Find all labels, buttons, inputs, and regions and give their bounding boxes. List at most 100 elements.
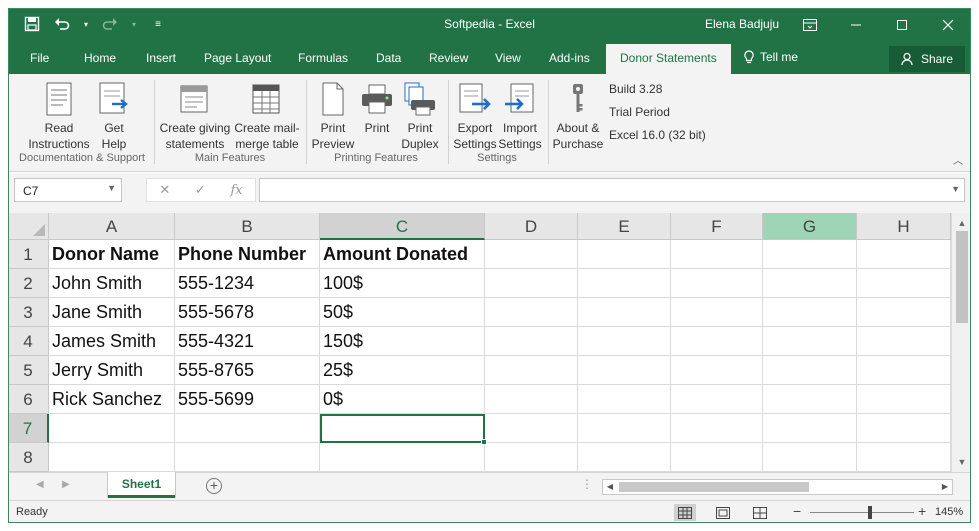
cell-e8[interactable] xyxy=(578,443,671,472)
scroll-down-icon[interactable]: ▼ xyxy=(952,454,972,470)
vertical-scrollbar[interactable]: ▲ ▼ xyxy=(951,213,971,472)
fill-handle[interactable] xyxy=(481,439,487,445)
cell-b3[interactable]: 555-5678 xyxy=(175,298,320,327)
share-button[interactable]: Share xyxy=(889,46,965,72)
scroll-right-icon[interactable]: ▶ xyxy=(938,480,952,494)
cell-h7[interactable] xyxy=(857,414,951,443)
next-sheet-icon[interactable]: ▶ xyxy=(62,479,70,490)
row-header-4[interactable]: 4 xyxy=(8,327,49,356)
select-all-button[interactable] xyxy=(8,213,49,240)
user-name[interactable]: Elena Badjuju xyxy=(705,17,779,31)
cell-g5[interactable] xyxy=(763,356,857,385)
cell-d7[interactable] xyxy=(485,414,578,443)
cell-g2[interactable] xyxy=(763,269,857,298)
active-cell-c7[interactable] xyxy=(320,414,485,443)
export-settings-button[interactable]: Export Settings xyxy=(452,80,498,152)
column-header-f[interactable]: F xyxy=(671,213,763,240)
about-purchase-button[interactable]: About & Purchase xyxy=(552,80,604,152)
cell-c8[interactable] xyxy=(320,443,485,472)
create-giving-statements-button[interactable]: Create giving statements xyxy=(158,80,232,152)
cell-f2[interactable] xyxy=(671,269,763,298)
close-icon[interactable] xyxy=(925,8,971,42)
sheet-tab-sheet1[interactable]: Sheet1 xyxy=(108,472,175,498)
create-mail-merge-table-button[interactable]: Create mail- merge table xyxy=(232,80,302,152)
cell-e5[interactable] xyxy=(578,356,671,385)
cell-c6[interactable]: 0$ xyxy=(320,385,485,414)
print-preview-button[interactable]: Print Preview xyxy=(310,80,356,152)
cell-h1[interactable] xyxy=(857,240,951,269)
cell-d2[interactable] xyxy=(485,269,578,298)
cell-a6[interactable]: Rick Sanchez xyxy=(49,385,175,414)
normal-view-icon[interactable] xyxy=(674,504,696,521)
tab-data[interactable]: Data xyxy=(376,51,401,65)
column-header-e[interactable]: E xyxy=(578,213,671,240)
zoom-slider-thumb[interactable] xyxy=(868,506,872,519)
row-header-6[interactable]: 6 xyxy=(8,385,49,414)
cell-a4[interactable]: James Smith xyxy=(49,327,175,356)
cell-d5[interactable] xyxy=(485,356,578,385)
cell-d8[interactable] xyxy=(485,443,578,472)
cell-b8[interactable] xyxy=(175,443,320,472)
cell-a7[interactable] xyxy=(49,414,175,443)
cell-g7[interactable] xyxy=(763,414,857,443)
cancel-icon[interactable]: ✕ xyxy=(159,182,170,198)
name-box[interactable]: C7 ▼ xyxy=(14,178,122,202)
cell-h5[interactable] xyxy=(857,356,951,385)
cell-a1[interactable]: Donor Name xyxy=(49,240,175,269)
row-header-1[interactable]: 1 xyxy=(8,240,49,269)
cell-d4[interactable] xyxy=(485,327,578,356)
zoom-slider-track[interactable] xyxy=(810,512,914,513)
tab-page-layout[interactable]: Page Layout xyxy=(204,51,271,65)
cell-f5[interactable] xyxy=(671,356,763,385)
cell-e2[interactable] xyxy=(578,269,671,298)
print-button[interactable]: Print xyxy=(358,80,396,136)
chevron-down-icon[interactable]: ▼ xyxy=(107,183,116,193)
tab-file[interactable]: File xyxy=(30,51,49,65)
cell-g3[interactable] xyxy=(763,298,857,327)
formula-input[interactable]: ▼ xyxy=(259,178,965,202)
cell-f4[interactable] xyxy=(671,327,763,356)
tab-home[interactable]: Home xyxy=(84,51,116,65)
zoom-in-icon[interactable]: + xyxy=(918,503,926,519)
previous-sheet-icon[interactable]: ◀ xyxy=(36,479,44,490)
cell-a3[interactable]: Jane Smith xyxy=(49,298,175,327)
row-header-8[interactable]: 8 xyxy=(8,443,49,472)
row-header-7[interactable]: 7 xyxy=(8,414,49,443)
page-break-preview-icon[interactable] xyxy=(749,504,771,521)
cell-d1[interactable] xyxy=(485,240,578,269)
import-settings-button[interactable]: Import Settings xyxy=(498,80,542,152)
maximize-icon[interactable] xyxy=(879,8,925,42)
column-header-b[interactable]: B xyxy=(175,213,320,240)
cell-d3[interactable] xyxy=(485,298,578,327)
page-layout-view-icon[interactable] xyxy=(712,504,734,521)
cell-b1[interactable]: Phone Number xyxy=(175,240,320,269)
cell-f7[interactable] xyxy=(671,414,763,443)
tab-view[interactable]: View xyxy=(495,51,521,65)
horizontal-scrollbar[interactable]: ◀ ▶ xyxy=(602,479,953,495)
cell-a8[interactable] xyxy=(49,443,175,472)
cell-a5[interactable]: Jerry Smith xyxy=(49,356,175,385)
ribbon-display-options-icon[interactable] xyxy=(787,8,833,42)
cell-a2[interactable]: John Smith xyxy=(49,269,175,298)
minimize-icon[interactable] xyxy=(833,8,879,42)
tab-review[interactable]: Review xyxy=(429,51,468,65)
cell-b2[interactable]: 555-1234 xyxy=(175,269,320,298)
scroll-left-icon[interactable]: ◀ xyxy=(603,480,617,494)
tab-formulas[interactable]: Formulas xyxy=(298,51,348,65)
cell-g6[interactable] xyxy=(763,385,857,414)
zoom-out-icon[interactable]: − xyxy=(793,503,801,519)
column-header-a[interactable]: A xyxy=(49,213,175,240)
cell-c1[interactable]: Amount Donated xyxy=(320,240,485,269)
get-help-button[interactable]: Get Help xyxy=(94,80,134,152)
cell-e1[interactable] xyxy=(578,240,671,269)
cell-f8[interactable] xyxy=(671,443,763,472)
tab-donor-statements[interactable]: Donor Statements xyxy=(606,44,731,74)
horizontal-scroll-thumb[interactable] xyxy=(619,482,809,492)
cell-e6[interactable] xyxy=(578,385,671,414)
cell-c5[interactable]: 25$ xyxy=(320,356,485,385)
cell-e3[interactable] xyxy=(578,298,671,327)
row-header-5[interactable]: 5 xyxy=(8,356,49,385)
tab-add-ins[interactable]: Add-ins xyxy=(549,51,590,65)
column-header-d[interactable]: D xyxy=(485,213,578,240)
cell-h2[interactable] xyxy=(857,269,951,298)
